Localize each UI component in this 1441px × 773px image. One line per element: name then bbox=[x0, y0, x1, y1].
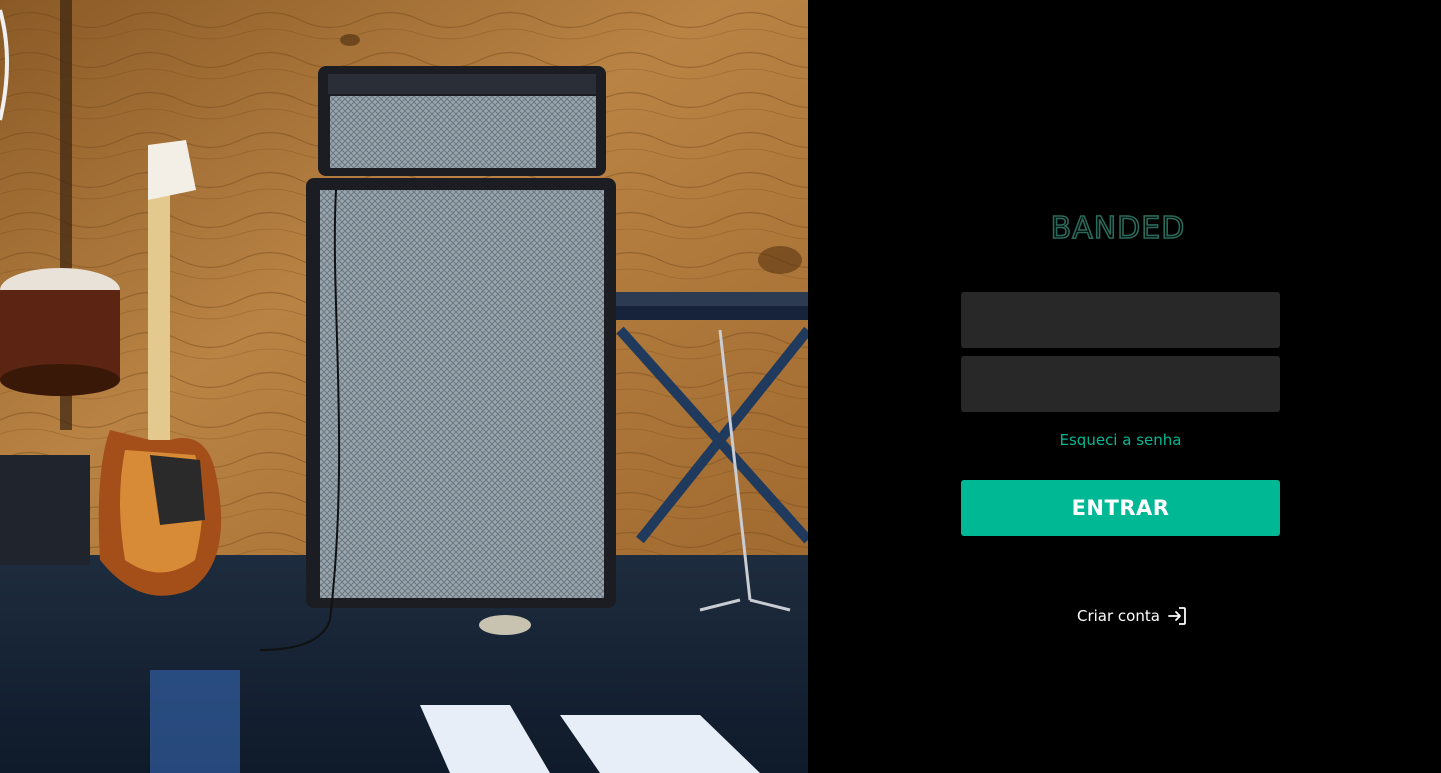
sign-in-arrow-icon bbox=[1168, 607, 1186, 625]
music-gear-photo bbox=[0, 0, 808, 773]
hero-photo bbox=[0, 0, 808, 773]
password-input[interactable] bbox=[961, 356, 1280, 412]
forgot-password-link[interactable]: Esqueci a senha bbox=[961, 431, 1280, 449]
username-input[interactable] bbox=[961, 292, 1280, 348]
logo-text: BANDED bbox=[1051, 211, 1186, 244]
create-account-link[interactable]: Criar conta bbox=[1077, 605, 1188, 627]
banded-logo: BANDED bbox=[1050, 210, 1186, 244]
login-button[interactable]: ENTRAR bbox=[961, 480, 1280, 536]
create-account-label: Criar conta bbox=[1077, 607, 1160, 625]
